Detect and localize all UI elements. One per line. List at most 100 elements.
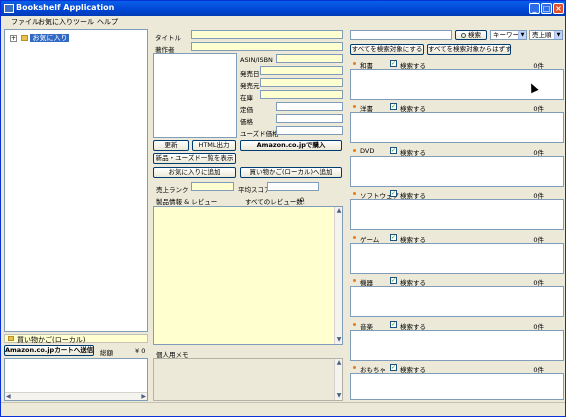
search-type-select[interactable]: キーワード ▼ [490, 30, 527, 40]
add-cart-button[interactable]: 買い物かご(ローカル)へ追加 [240, 167, 342, 178]
author-field[interactable] [191, 42, 343, 51]
used-price-label: ユーズド価格 [240, 130, 279, 138]
cart-header: 買い物かご(ローカル) [4, 334, 148, 344]
category-header: 音楽 ✓ 検索する 0件 [350, 319, 564, 331]
release-date-field[interactable] [260, 66, 343, 75]
status-bar [1, 402, 565, 416]
search-button-label: 検索 [468, 31, 482, 39]
favorites-tree[interactable]: + お気に入り [4, 29, 148, 332]
menu-file[interactable]: ファイル [11, 17, 39, 27]
all-reviews-label: すべてのレビュー数: [245, 198, 305, 206]
cart-header-label: 買い物かご(ローカル) [17, 336, 86, 344]
menu-bar: ファイル お気に入り ツール ヘルプ [1, 16, 565, 28]
bullet-icon [353, 279, 356, 282]
title-bar: Bookshelf Application _ □ × [1, 1, 565, 16]
app-icon [4, 4, 14, 13]
update-button[interactable]: 更新 [153, 140, 189, 151]
expand-icon[interactable]: + [10, 34, 17, 42]
buy-on-amazon-button[interactable]: Amazon.co.jpで購入 [240, 140, 342, 151]
publisher-field[interactable] [260, 78, 343, 87]
review-area[interactable]: ▲ ▼ [153, 206, 343, 345]
list-price-field[interactable] [276, 102, 343, 111]
product-info-label: 製品情報 & レビュー [156, 198, 218, 206]
title-field[interactable] [191, 30, 343, 39]
search-checkbox[interactable]: ✓ [390, 321, 397, 328]
category-results[interactable] [350, 373, 564, 400]
stock-field[interactable] [260, 90, 343, 99]
category-header: 洋書 ✓ 検索する 0件 [350, 101, 564, 113]
search-checkbox[interactable]: ✓ [390, 60, 397, 67]
search-checkbox[interactable]: ✓ [390, 103, 397, 110]
price-label: 価格 [240, 118, 253, 126]
select-all-button[interactable]: すべてを検索対象にする [350, 44, 424, 55]
category-header: 和書 ✓ 検索する 0件 [350, 58, 564, 70]
category-header: 機器 ✓ 検索する 0件 [350, 275, 564, 287]
add-favorite-button[interactable]: お気に入りに追加 [153, 167, 236, 178]
minimize-button[interactable]: _ [529, 3, 540, 14]
scroll-up-icon[interactable]: ▲ [335, 207, 343, 215]
all-reviews-value: 0 [300, 196, 305, 204]
send-to-amazon-cart-button[interactable]: Amazon.co.jpカートへ送信 [4, 345, 94, 356]
list-price-label: 定価 [240, 106, 253, 114]
cart-total-label: 総額 [100, 349, 113, 357]
bullet-icon [353, 323, 356, 326]
scroll-right-icon[interactable]: ▶ [141, 393, 146, 400]
deselect-all-button[interactable]: すべてを検索対象からはずす [427, 44, 512, 55]
search-input[interactable] [350, 30, 452, 40]
bullet-icon [353, 236, 356, 239]
bullet-icon [353, 366, 356, 369]
search-checkbox[interactable]: ✓ [390, 190, 397, 197]
cart-list[interactable]: ◀ ▶ [4, 358, 148, 401]
bullet-icon [353, 192, 356, 195]
cart-total-value: ¥ 0 [135, 347, 146, 355]
scroll-left-icon[interactable]: ◀ [6, 393, 11, 400]
new-used-list-button[interactable]: 新品・ユーズド一覧を表示 [153, 153, 236, 164]
bullet-icon [353, 105, 356, 108]
category-results[interactable] [350, 286, 564, 317]
price-field[interactable] [276, 114, 343, 123]
tree-root-label: お気に入り [30, 34, 70, 42]
cart-hscroll[interactable]: ◀ ▶ [5, 392, 147, 400]
chevron-down-icon[interactable]: ▼ [518, 31, 526, 39]
stock-label: 在庫 [240, 94, 253, 102]
menu-help[interactable]: ヘルプ [97, 17, 118, 27]
memo-scroll-down-icon[interactable]: ▼ [335, 392, 343, 400]
asin-field[interactable] [276, 54, 343, 63]
category-results[interactable] [350, 156, 564, 187]
search-button[interactable]: 検索 [455, 30, 487, 40]
avg-score-field[interactable] [267, 182, 319, 191]
category-results[interactable] [350, 112, 564, 143]
maximize-button[interactable]: □ [541, 3, 552, 14]
search-checkbox[interactable]: ✓ [390, 147, 397, 154]
release-date-label: 発売日 [240, 70, 260, 78]
memo-scrollbar[interactable]: ▲ ▼ [334, 359, 342, 400]
category-name: DVD [360, 147, 375, 155]
publisher-label: 発売元 [240, 82, 260, 90]
scroll-down-icon[interactable]: ▼ [335, 336, 343, 344]
app-window: Bookshelf Application _ □ × ファイル お気に入り ツ… [0, 0, 566, 417]
menu-tools[interactable]: ツール [73, 17, 94, 27]
used-price-field[interactable] [276, 126, 343, 135]
sort-value: 売上順 [532, 31, 552, 39]
cover-image [153, 53, 237, 138]
category-results[interactable] [350, 243, 564, 274]
bullet-icon [353, 62, 356, 65]
category-results[interactable] [350, 199, 564, 230]
menu-favorites[interactable]: お気に入り [38, 17, 73, 27]
tree-root-item[interactable]: + お気に入り [10, 33, 70, 43]
memo-scroll-up-icon[interactable]: ▲ [335, 359, 343, 367]
close-button[interactable]: × [553, 3, 564, 14]
chevron-down-icon[interactable]: ▼ [554, 31, 562, 39]
html-output-button[interactable]: HTML出力 [192, 140, 236, 151]
category-results[interactable] [350, 330, 564, 361]
sort-select[interactable]: 売上順 ▼ [529, 30, 563, 40]
review-scrollbar[interactable]: ▲ ▼ [334, 207, 342, 344]
avg-score-label: 平均スコア [238, 186, 271, 194]
sales-rank-field[interactable] [191, 182, 234, 191]
search-checkbox[interactable]: ✓ [390, 364, 397, 371]
personal-memo-field[interactable]: ▲ ▼ [153, 358, 343, 401]
sales-rank-label: 売上ランク [156, 186, 189, 194]
search-checkbox[interactable]: ✓ [390, 234, 397, 241]
search-icon [460, 32, 466, 38]
search-checkbox[interactable]: ✓ [390, 277, 397, 284]
